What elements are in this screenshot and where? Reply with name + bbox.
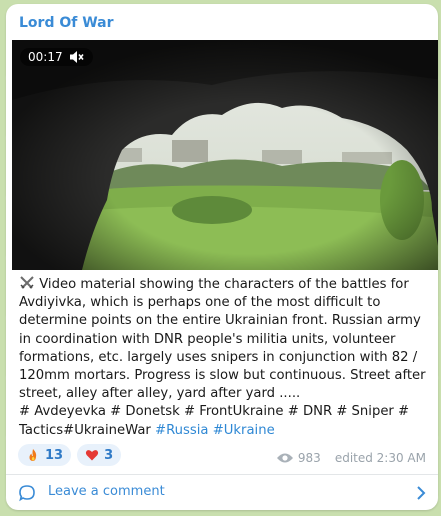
eye-icon [276, 452, 294, 464]
view-count: 983 [297, 451, 321, 465]
comment-icon [18, 484, 36, 502]
channel-name[interactable]: Lord Of War [19, 15, 114, 31]
channel-post: Lord Of War 00:17 Video material showing… [6, 4, 438, 510]
hashtag-ukraine[interactable]: #Ukraine [213, 423, 275, 438]
chevron-right-icon [416, 485, 426, 501]
reaction-fire-count: 13 [45, 447, 64, 463]
hashtag-russia[interactable]: #Russia [155, 423, 208, 438]
leave-comment-label: Leave a comment [48, 484, 165, 499]
video-frame [12, 40, 438, 270]
reaction-heart[interactable]: 3 [77, 444, 122, 466]
mute-icon[interactable] [69, 50, 85, 64]
post-meta: 983 edited 2:30 AM [276, 451, 426, 465]
reactions-bar: 13 3 [18, 444, 122, 466]
heart-icon [85, 448, 99, 462]
message-text: Video material showing the characters of… [19, 276, 431, 440]
video-player[interactable]: 00:17 [12, 40, 438, 270]
leave-comment-button[interactable]: Leave a comment [6, 475, 438, 510]
edited-time: edited 2:30 AM [334, 451, 426, 465]
reaction-fire[interactable]: 13 [18, 444, 72, 466]
video-duration-badge[interactable]: 00:17 [20, 48, 93, 66]
crossed-swords-icon [19, 276, 35, 290]
video-duration: 00:17 [28, 50, 63, 64]
reaction-heart-count: 3 [104, 447, 114, 463]
fire-icon [26, 448, 40, 462]
message-body: Video material showing the characters of… [19, 277, 426, 402]
